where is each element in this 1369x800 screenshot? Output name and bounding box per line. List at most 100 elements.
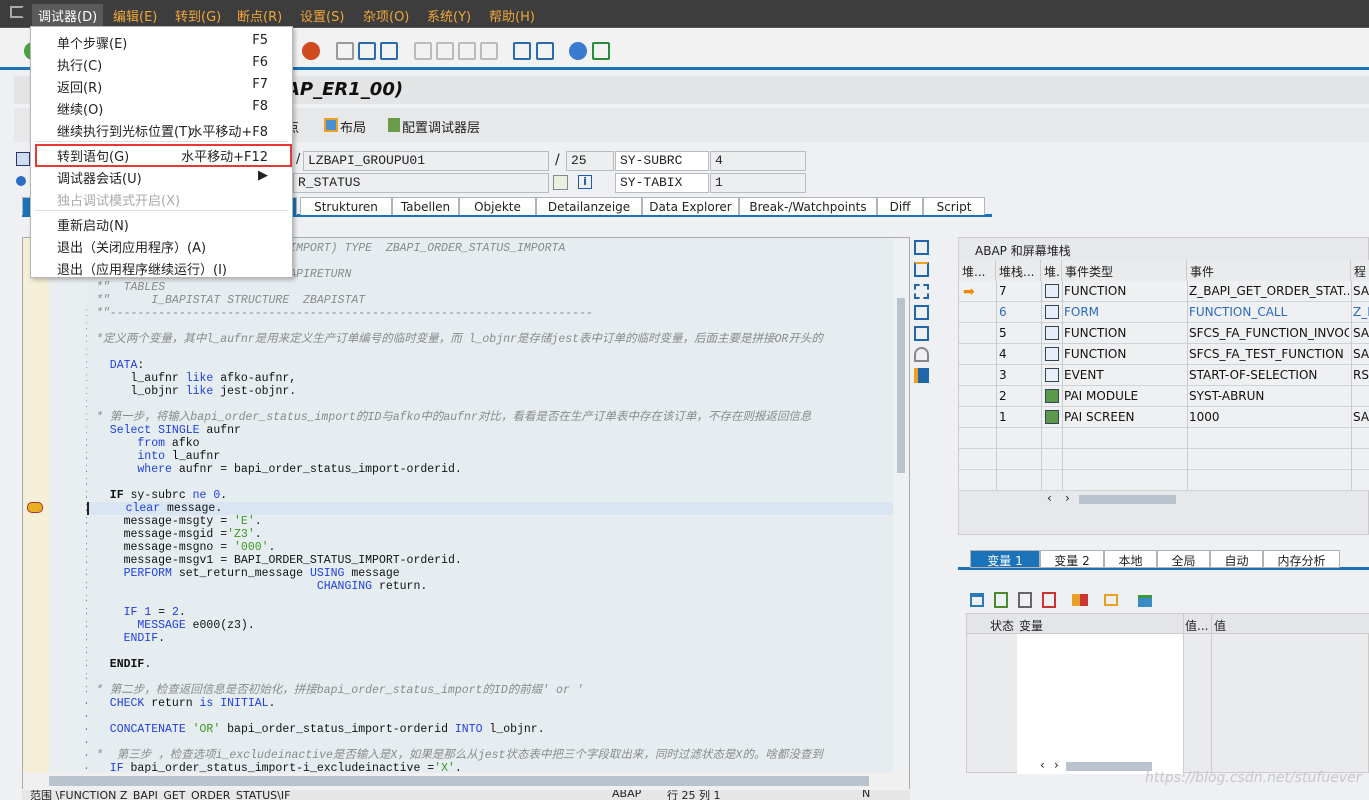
layout-button[interactable]: 布局 [340,117,366,136]
delete-icon[interactable] [970,593,984,607]
code-line[interactable]: clear message. [87,502,893,515]
menu-item-1[interactable]: 执行(C) F6 [31,52,292,74]
code-line[interactable] [87,645,893,658]
stack-row[interactable]: 4 FUNCTION SFCS_FA_TEST_FUNCTION SAI [959,344,1369,365]
menu-7[interactable]: 帮助(H) [489,6,535,25]
menu-2[interactable]: 转到(G) [175,6,221,25]
tab-variables-1[interactable]: 变量 1 [970,550,1040,568]
shortcut-icon[interactable] [536,42,554,60]
code-line[interactable]: CHANGING return. [87,580,893,593]
code-line[interactable]: ENDIF. [87,658,893,671]
code-line[interactable]: Select SINGLE aufnr [87,424,893,437]
last-page-icon[interactable] [480,42,498,60]
scroll-thumb[interactable] [49,776,869,786]
menu-1[interactable]: 编辑(E) [113,6,157,25]
program-field[interactable]: LZBAPI_GROUPU01 [303,151,549,171]
menu-item-4[interactable]: 继续执行到光标位置(T) 水平移动+F8 [31,118,292,140]
tab-data-explorer[interactable]: Data Explorer [642,197,739,215]
code-line[interactable] [87,671,893,684]
var1-name-field[interactable]: SY-SUBRC [615,151,709,171]
code-line[interactable]: l_objnr like jest-objnr. [87,385,893,398]
stack-row[interactable] [959,470,1369,491]
stack-hscroll[interactable]: ‹ › [1041,491,1176,507]
column-header[interactable]: 堆栈... [996,260,1041,281]
code-line[interactable]: *"--------------------------------------… [87,307,893,320]
menu-6[interactable]: 系统(Y) [427,6,471,25]
code-line[interactable]: l_aufnr like afko-aufnr, [87,372,893,385]
menu-item-10[interactable]: 退出（应用程序继续运行）(I) [31,256,292,278]
export-icon[interactable] [1104,594,1118,606]
code-line[interactable] [87,736,893,749]
find-next-icon[interactable] [380,42,398,60]
stack-row[interactable]: 3 EVENT START-OF-SELECTION RS_ [959,365,1369,386]
filter-icon[interactable] [1138,595,1152,607]
code-line[interactable] [87,593,893,606]
column-header[interactable]: 变量 [1019,617,1043,634]
code-line[interactable]: IF sy-subrc ne 0. [87,489,893,502]
code-line[interactable]: IF bapi_order_status_import-i_excludeina… [87,762,893,773]
scroll-right-icon[interactable]: › [1065,491,1070,505]
insert-icon[interactable] [994,592,1008,608]
menu-5[interactable]: 杂项(O) [363,6,409,25]
code-line[interactable]: message-msgv1 = BAPI_ORDER_STATUS_IMPORT… [87,554,893,567]
next-page-icon[interactable] [458,42,476,60]
code-line[interactable]: ENDIF. [87,632,893,645]
tab-global[interactable]: 全局 [1157,550,1210,568]
stack-row[interactable] [959,428,1369,449]
menu-item-5[interactable]: 转到语句(G) 水平移动+F12 [31,143,292,165]
menu-item-6[interactable]: 调试器会话(U) ▶ [31,165,292,187]
code-line[interactable]: message-msgid ='Z3'. [87,528,893,541]
swap-tool-icon[interactable] [914,284,929,299]
tab-objekte[interactable]: Objekte [459,197,536,215]
tab-auto[interactable]: 自动 [1210,550,1263,568]
scroll-thumb[interactable] [1079,495,1176,504]
first-page-icon[interactable] [414,42,432,60]
menu-item-3[interactable]: 继续(O) F8 [31,96,292,118]
scroll-thumb[interactable] [1066,762,1152,771]
tab-detailanzeige[interactable]: Detailanzeige [536,197,642,215]
remove-icon[interactable] [1042,592,1056,608]
resize-icon[interactable] [914,326,929,341]
scroll-right-icon[interactable]: › [1054,758,1059,772]
column-header[interactable]: 状态 [990,617,1014,634]
code-line[interactable]: CONCATENATE 'OR' bapi_order_status_impor… [87,723,893,736]
code-line[interactable] [87,398,893,411]
stack-row[interactable]: 2 PAI MODULE SYST-ABRUN [959,386,1369,407]
tab-strukturen[interactable]: Strukturen [300,197,392,215]
menu-0[interactable]: 调试器(D) [32,4,104,28]
new-tool-icon[interactable] [914,262,929,277]
tool-settings-icon[interactable] [914,368,929,383]
code-line[interactable]: * 第二步，检查返回信息是否初始化，拼接bapi_order_status_im… [87,684,893,697]
edit-icon[interactable] [1018,592,1032,608]
stack-row[interactable]: ➡ 7 FUNCTION Z_BAPI_GET_ORDER_STAT... SAI [959,281,1369,302]
close-panel-icon[interactable] [914,240,929,255]
code-line[interactable] [87,320,893,333]
column-header[interactable]: 值... [1185,617,1208,634]
scroll-thumb[interactable] [897,298,905,473]
code-line[interactable]: *" TABLES [87,281,893,294]
column-header[interactable]: 事件 [1187,260,1351,281]
menu-item-2[interactable]: 返回(R) F7 [31,74,292,96]
navigate-icon[interactable] [553,175,568,190]
column-header[interactable]: 值 [1214,617,1226,634]
code-line[interactable]: where aufnr = bapi_order_status_import-o… [87,463,893,476]
stack-row[interactable]: 5 FUNCTION SFCS_FA_FUNCTION_INVOCE SAI [959,323,1369,344]
menu-3[interactable]: 断点(R) [237,6,282,25]
code-line[interactable]: message-msgty = 'E'. [87,515,893,528]
code-line[interactable]: DATA: [87,359,893,372]
find-icon[interactable] [358,42,376,60]
info-icon[interactable]: i [578,175,592,189]
tab-memory-analysis[interactable]: 内存分析 [1263,550,1340,568]
code-area[interactable]: US_IMPORT) TYPE ZBAPI_ORDER_STATUS_IMPOR… [87,238,893,773]
new-session-icon[interactable] [513,42,531,60]
code-line[interactable]: from afko [87,437,893,450]
code-line[interactable] [87,346,893,359]
menu-item-9[interactable]: 退出（关闭应用程序）(A) [31,234,292,256]
cancel-icon[interactable] [302,42,320,60]
stack-row[interactable]: 6 FORM FUNCTION_CALL Z_B [959,302,1369,323]
services-icon[interactable] [914,347,929,362]
tab-diff[interactable]: Diff [877,197,923,215]
maximize-icon[interactable] [914,305,929,320]
menu-item-8[interactable]: 重新启动(N) [31,212,292,234]
procedure-field[interactable]: R_STATUS [293,173,549,193]
